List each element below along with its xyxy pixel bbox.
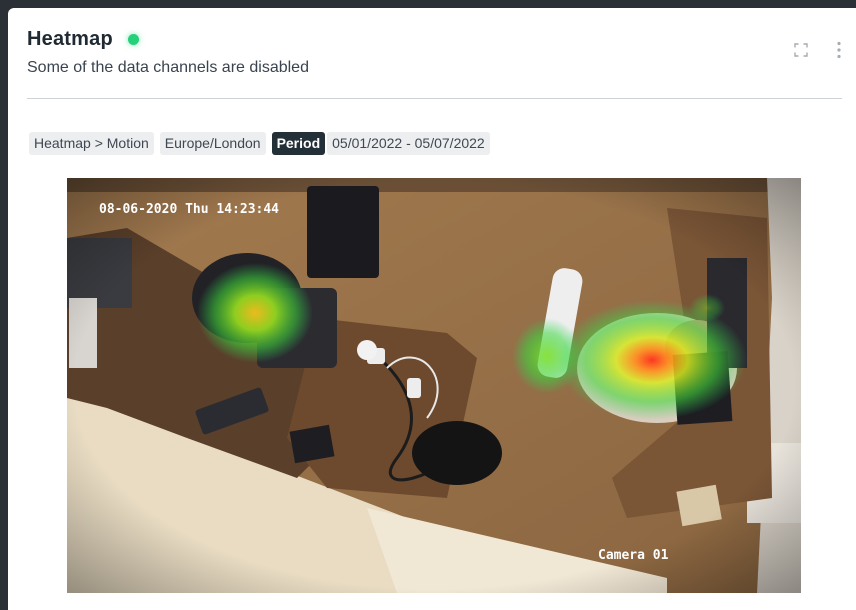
card-actions	[766, 41, 842, 64]
status-message: Some of the data channels are disabled	[27, 59, 309, 76]
title-row: Heatmap	[27, 28, 139, 51]
camera-timestamp: 08-06-2020 Thu 14:23:44	[99, 202, 279, 217]
filter-chips: Heatmap > Motion Europe/London Period 05…	[29, 132, 490, 155]
chip-heatmap-type[interactable]: Heatmap > Motion	[29, 132, 154, 155]
page-title: Heatmap	[27, 28, 113, 50]
camera-heatmap-view: 08-06-2020 Thu 14:23:44 Camera 01	[67, 178, 801, 593]
header-divider	[27, 98, 842, 99]
chip-period-range[interactable]: 05/01/2022 - 05/07/2022	[327, 132, 490, 155]
heatmap-card: Heatmap Some of the data channels are di…	[8, 8, 856, 610]
chip-timezone[interactable]: Europe/London	[159, 132, 266, 155]
more-vertical-icon[interactable]	[836, 41, 842, 64]
camera-name-label: Camera 01	[598, 548, 669, 563]
expand-icon[interactable]	[794, 43, 808, 62]
status-indicator	[127, 34, 139, 45]
chip-period-label[interactable]: Period	[271, 132, 326, 155]
